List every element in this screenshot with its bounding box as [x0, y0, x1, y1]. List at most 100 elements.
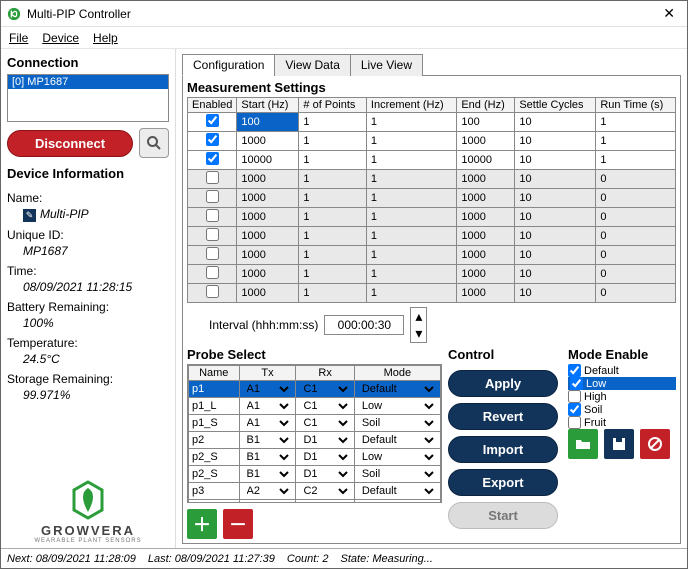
- rx-select[interactable]: D1: [299, 467, 350, 481]
- enabled-checkbox[interactable]: [206, 171, 219, 184]
- measurement-row[interactable]: 1000111000101: [188, 132, 676, 151]
- enabled-checkbox[interactable]: [206, 152, 219, 165]
- menu-file[interactable]: File: [9, 31, 28, 45]
- mode-select[interactable]: Default: [358, 382, 437, 396]
- add-probe-button[interactable]: ＋: [187, 509, 217, 539]
- enabled-checkbox[interactable]: [206, 285, 219, 298]
- tx-select[interactable]: B1: [243, 433, 293, 447]
- tx-select[interactable]: A1: [243, 416, 293, 430]
- close-icon[interactable]: ✕: [657, 5, 681, 22]
- probe-row[interactable]: p3A2C2Default: [189, 483, 441, 500]
- mode-select[interactable]: Low: [358, 501, 437, 503]
- save-icon: [611, 436, 627, 452]
- enabled-checkbox[interactable]: [206, 114, 219, 127]
- apply-button[interactable]: Apply: [448, 370, 558, 397]
- edit-icon[interactable]: ✎: [23, 209, 36, 222]
- measurement-settings-header: Measurement Settings: [187, 80, 676, 95]
- measurement-row[interactable]: 1000111000100: [188, 227, 676, 246]
- interval-spinner[interactable]: ▴▾: [410, 307, 427, 343]
- time-label: Time:: [7, 264, 169, 278]
- name-value: ✎Multi-PIP: [23, 207, 169, 222]
- cancel-button[interactable]: [640, 429, 670, 459]
- probe-table[interactable]: NameTxRxModep1A1C1Defaultp1_LA1C1Lowp1_S…: [188, 365, 441, 503]
- tab-configuration[interactable]: Configuration: [182, 54, 275, 76]
- mode-item[interactable]: High: [568, 390, 676, 403]
- tx-select[interactable]: A2: [243, 484, 293, 498]
- mode-item[interactable]: Default: [568, 364, 676, 377]
- rx-select[interactable]: C2: [299, 501, 350, 503]
- tx-select[interactable]: A1: [243, 382, 293, 396]
- measurement-row[interactable]: 1000111000100: [188, 246, 676, 265]
- tx-select[interactable]: B1: [243, 450, 293, 464]
- mode-select[interactable]: Low: [358, 450, 437, 464]
- enabled-checkbox[interactable]: [206, 266, 219, 279]
- rx-select[interactable]: C2: [299, 484, 350, 498]
- enabled-checkbox[interactable]: [206, 228, 219, 241]
- battery-value: 100%: [23, 316, 169, 330]
- mode-checkbox[interactable]: [568, 403, 581, 416]
- measurement-row[interactable]: 1000111000100: [188, 170, 676, 189]
- mode-checkbox[interactable]: [570, 377, 583, 390]
- mode-select[interactable]: Soil: [358, 467, 437, 481]
- remove-probe-button[interactable]: －: [223, 509, 253, 539]
- open-button[interactable]: [568, 429, 598, 459]
- probe-row[interactable]: p2_SB1D1Low: [189, 449, 441, 466]
- measurement-table[interactable]: EnabledStart (Hz)# of PointsIncrement (H…: [187, 97, 676, 303]
- mode-enable-header: Mode Enable: [568, 347, 676, 362]
- status-count: 2: [322, 553, 328, 565]
- measurement-row[interactable]: 1000111000100: [188, 265, 676, 284]
- menu-help[interactable]: Help: [93, 31, 118, 45]
- enabled-checkbox[interactable]: [206, 247, 219, 260]
- enabled-checkbox[interactable]: [206, 133, 219, 146]
- enabled-checkbox[interactable]: [206, 190, 219, 203]
- probe-row[interactable]: p3_LA2C2Low: [189, 500, 441, 504]
- save-button[interactable]: [604, 429, 634, 459]
- rx-select[interactable]: C1: [299, 399, 350, 413]
- mode-item[interactable]: Fruit: [568, 416, 676, 429]
- import-button[interactable]: Import: [448, 436, 558, 463]
- measurement-row[interactable]: 1000111000100: [188, 284, 676, 303]
- tx-select[interactable]: A1: [243, 399, 293, 413]
- tx-select[interactable]: B1: [243, 467, 293, 481]
- temp-value: 24.5°C: [23, 352, 169, 366]
- rx-select[interactable]: C1: [299, 382, 350, 396]
- measurement-row[interactable]: 100001110000101: [188, 151, 676, 170]
- mode-item[interactable]: Soil: [568, 403, 676, 416]
- connection-item[interactable]: [0] MP1687: [8, 75, 168, 89]
- disconnect-button[interactable]: Disconnect: [7, 130, 133, 157]
- probe-row[interactable]: p1_SA1C1Soil: [189, 415, 441, 432]
- temp-label: Temperature:: [7, 336, 169, 350]
- rx-select[interactable]: D1: [299, 433, 350, 447]
- mode-select[interactable]: Low: [358, 399, 437, 413]
- probe-row[interactable]: p1_LA1C1Low: [189, 398, 441, 415]
- tab-live-view[interactable]: Live View: [350, 54, 423, 76]
- devinfo-header: Device Information: [7, 166, 169, 181]
- mode-select[interactable]: Default: [358, 433, 437, 447]
- probe-select-header: Probe Select: [187, 347, 442, 362]
- probe-row[interactable]: p1A1C1Default: [189, 381, 441, 398]
- probe-row[interactable]: p2B1D1Default: [189, 432, 441, 449]
- rx-select[interactable]: D1: [299, 450, 350, 464]
- tx-select[interactable]: A2: [243, 501, 293, 503]
- mode-item[interactable]: Low: [568, 377, 676, 390]
- mode-checkbox[interactable]: [568, 390, 581, 403]
- mode-select[interactable]: Soil: [358, 416, 437, 430]
- search-button[interactable]: [139, 128, 169, 158]
- uid-label: Unique ID:: [7, 228, 169, 242]
- revert-button[interactable]: Revert: [448, 403, 558, 430]
- mode-checkbox[interactable]: [568, 416, 581, 429]
- measurement-row[interactable]: 1000111000100: [188, 208, 676, 227]
- interval-input[interactable]: [324, 315, 404, 335]
- mode-checkbox[interactable]: [568, 364, 581, 377]
- start-button[interactable]: Start: [448, 502, 558, 529]
- menu-device[interactable]: Device: [42, 31, 79, 45]
- rx-select[interactable]: C1: [299, 416, 350, 430]
- measurement-row[interactable]: 10011100101: [188, 113, 676, 132]
- connection-list[interactable]: [0] MP1687: [7, 74, 169, 122]
- mode-select[interactable]: Default: [358, 484, 437, 498]
- measurement-row[interactable]: 1000111000100: [188, 189, 676, 208]
- probe-row[interactable]: p2_SB1D1Soil: [189, 466, 441, 483]
- enabled-checkbox[interactable]: [206, 209, 219, 222]
- export-button[interactable]: Export: [448, 469, 558, 496]
- tab-view-data[interactable]: View Data: [274, 54, 350, 76]
